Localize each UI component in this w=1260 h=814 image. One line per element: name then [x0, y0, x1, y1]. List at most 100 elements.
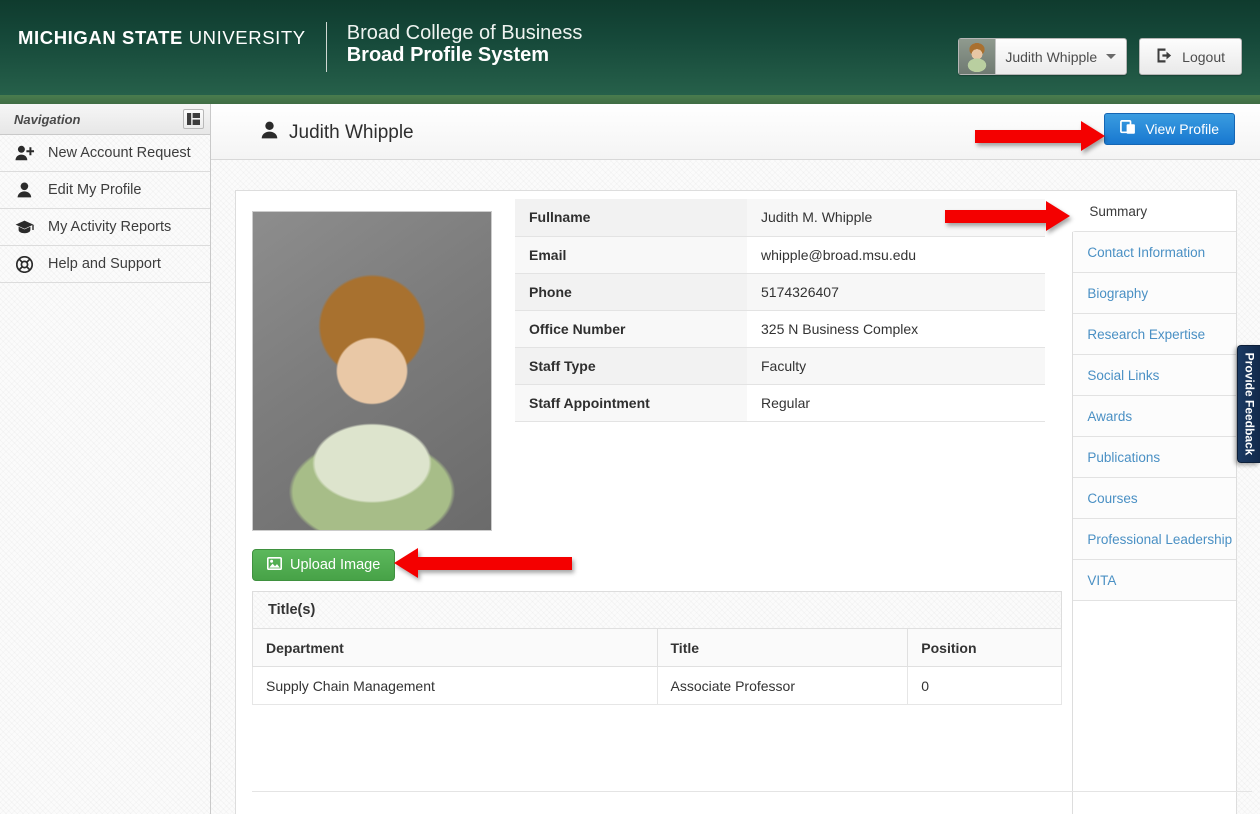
section-divider [252, 791, 1252, 792]
titles-table: Department Title Position Supply Chain M… [252, 628, 1062, 705]
brand-divider [325, 22, 327, 72]
info-label: Email [515, 236, 747, 274]
navigation-panel: Navigation New Account Request Edit My P… [0, 104, 211, 814]
info-value: whipple@broad.msu.edu [747, 236, 1045, 274]
profile-photo [252, 211, 492, 531]
profile-panel: Upload Image Fullname Judith M. Whipple … [235, 190, 1252, 814]
brand-block: MICHIGAN STATE UNIVERSITY Broad College … [18, 22, 582, 72]
info-label: Office Number [515, 310, 747, 348]
section-item-courses[interactable]: Courses [1073, 478, 1236, 519]
table-row: Phone 5174326407 [515, 273, 1045, 311]
view-profile-label: View Profile [1145, 121, 1219, 137]
table-row: Fullname Judith M. Whipple [515, 199, 1045, 237]
cell-position: 0 [907, 666, 1062, 705]
upload-image-label: Upload Image [290, 557, 381, 573]
view-profile-button[interactable]: View Profile [1104, 113, 1235, 145]
titles-heading: Title(s) [252, 591, 1062, 628]
page-title: Judith Whipple [261, 121, 414, 145]
column-header-department: Department [252, 628, 658, 667]
page-title-text: Judith Whipple [289, 122, 414, 143]
main-content: Judith Whipple View Profile Upload Image [211, 104, 1260, 814]
sidebar-item-edit-my-profile[interactable]: Edit My Profile [0, 172, 210, 209]
section-item-biography[interactable]: Biography [1073, 273, 1236, 314]
system-name: Broad Profile System [346, 44, 550, 67]
logout-button[interactable]: Logout [1139, 38, 1242, 75]
sidebar-item-new-account-request[interactable]: New Account Request [0, 135, 210, 172]
picture-icon [267, 556, 282, 574]
section-item-publications[interactable]: Publications [1073, 437, 1236, 478]
section-item-label: Professional Leadership [1087, 531, 1233, 547]
table-row: Office Number 325 N Business Complex [515, 310, 1045, 348]
profile-section-nav: Summary Contact Information Biography Re… [1072, 191, 1236, 814]
section-item-research-expertise[interactable]: Research Expertise [1073, 314, 1236, 355]
msu-wordmark: MICHIGAN STATE UNIVERSITY [18, 22, 306, 49]
table-row: Email whipple@broad.msu.edu [515, 236, 1045, 274]
info-value: 5174326407 [747, 273, 1045, 311]
info-value: 325 N Business Complex [747, 310, 1045, 348]
external-window-icon [1120, 120, 1136, 138]
info-value: Faculty [747, 347, 1045, 385]
user-icon [14, 182, 34, 198]
section-item-vita[interactable]: VITA [1073, 560, 1236, 601]
table-row: Staff Type Faculty [515, 347, 1045, 385]
college-name: Broad College of Business [346, 22, 583, 44]
msu-wordmark-bold: MICHIGAN STATE [18, 27, 183, 48]
user-plus-icon [14, 145, 34, 161]
cell-title: Associate Professor [656, 666, 909, 705]
titles-section: Title(s) Department Title Position Suppl… [252, 591, 1062, 705]
section-item-label: Research Expertise [1087, 326, 1206, 342]
site-header: MICHIGAN STATE UNIVERSITY Broad College … [0, 0, 1260, 95]
table-row: Staff Appointment Regular [515, 384, 1045, 422]
sidebar-item-help-and-support[interactable]: Help and Support [0, 246, 210, 283]
section-item-label: Social Links [1087, 367, 1160, 383]
chevron-down-icon [1106, 54, 1117, 59]
column-header-position: Position [907, 628, 1062, 667]
section-item-awards[interactable]: Awards [1073, 396, 1236, 437]
sidebar-item-label: New Account Request [48, 145, 191, 161]
info-label: Staff Appointment [515, 384, 747, 422]
logout-icon [1156, 47, 1173, 67]
life-ring-icon [14, 255, 34, 273]
page-header-bar: Judith Whipple View Profile [211, 104, 1260, 160]
profile-info-table: Fullname Judith M. Whipple Email whipple… [515, 199, 1045, 422]
user-menu-button[interactable]: Judith Whipple [958, 38, 1128, 75]
section-item-label: Biography [1087, 285, 1149, 301]
panel-collapse-icon[interactable] [183, 109, 204, 129]
sidebar-item-label: My Activity Reports [48, 219, 172, 235]
provide-feedback-tab[interactable]: Provide Feedback [1237, 345, 1260, 463]
logout-label: Logout [1182, 48, 1225, 65]
section-item-contact-information[interactable]: Contact Information [1073, 232, 1236, 273]
info-label: Fullname [515, 199, 747, 237]
sidebar-item-my-activity-reports[interactable]: My Activity Reports [0, 209, 210, 246]
user-icon [261, 121, 278, 145]
brand-lines: Broad College of Business Broad Profile … [347, 22, 583, 67]
section-item-label: Summary [1089, 203, 1148, 219]
section-item-label: Awards [1087, 408, 1133, 424]
msu-wordmark-light: UNIVERSITY [182, 27, 306, 48]
sidebar-item-label: Help and Support [48, 256, 161, 272]
sidebar-item-label: Edit My Profile [48, 182, 142, 198]
section-item-label: VITA [1087, 572, 1117, 588]
graduation-cap-icon [14, 219, 34, 235]
section-item-summary[interactable]: Summary [1072, 191, 1236, 232]
info-value: Judith M. Whipple [747, 199, 1045, 237]
section-item-label: Publications [1087, 449, 1161, 465]
column-header-title: Title [656, 628, 909, 667]
navigation-header: Navigation [0, 104, 210, 135]
table-header-row: Department Title Position [252, 628, 1062, 667]
section-item-social-links[interactable]: Social Links [1073, 355, 1236, 396]
cell-department: Supply Chain Management [252, 666, 658, 705]
profile-panel-body: Upload Image Fullname Judith M. Whipple … [236, 191, 1252, 814]
info-label: Phone [515, 273, 747, 311]
section-item-label: Contact Information [1087, 244, 1206, 260]
avatar [959, 39, 997, 74]
section-item-professional-leadership[interactable]: Professional Leadership [1073, 519, 1236, 560]
table-row: Supply Chain Management Associate Profes… [252, 666, 1062, 705]
header-actions: Judith Whipple Logout [958, 38, 1242, 75]
navigation-title: Navigation [14, 111, 81, 127]
provide-feedback-label: Provide Feedback [1242, 352, 1256, 456]
info-label: Staff Type [515, 347, 747, 385]
upload-image-button[interactable]: Upload Image [252, 549, 396, 581]
section-item-label: Courses [1087, 490, 1138, 506]
user-menu-label: Judith Whipple [1005, 48, 1098, 65]
